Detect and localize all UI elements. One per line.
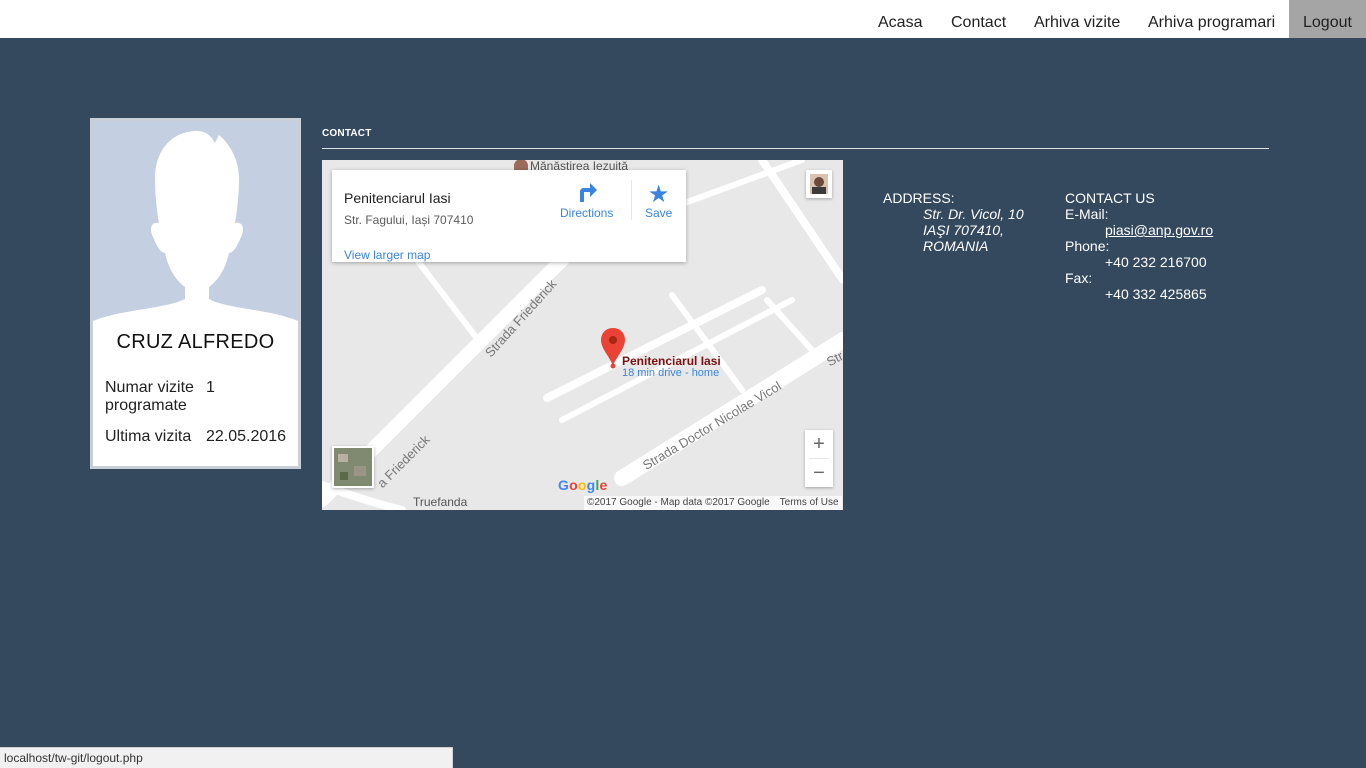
contact-us-label: CONTACT US (1065, 190, 1155, 206)
address-line: Str. Dr. Vicol, 10 (923, 206, 1024, 222)
fax-value: +40 332 425865 (1105, 286, 1207, 302)
map-attribution: ©2017 Google - Map data ©2017 Google Term… (584, 496, 842, 510)
top-navigation: Acasa Contact Arhiva vizite Arhiva progr… (0, 0, 1366, 38)
nav-acasa[interactable]: Acasa (878, 0, 922, 38)
place-label: Truefanda (413, 495, 468, 509)
place-address: Str. Fagului, Iași 707410 (344, 213, 474, 227)
profile-name: CRUZ ALFREDO (116, 331, 275, 353)
nav-arhiva-vizite[interactable]: Arhiva vizite (1034, 0, 1120, 38)
phone-value: +40 232 216700 (1105, 254, 1207, 270)
avatar (93, 121, 298, 321)
address-label: ADDRESS: (883, 190, 955, 206)
status-bar: localhost/tw-git/logout.php (0, 747, 453, 768)
address-line: ROMANIA (923, 238, 989, 254)
divider (631, 180, 632, 220)
pin-subtitle: 18 min drive - home (622, 367, 720, 379)
save-button[interactable]: ★ Save (645, 180, 672, 220)
address-block: ADDRESS: Str. Dr. Vicol, 10 IAŞI 707410,… (883, 190, 1024, 254)
directions-button[interactable]: Directions (560, 180, 613, 220)
stat-label-visits: Numar vizite programate (105, 379, 194, 414)
fax-label: Fax: (1065, 270, 1093, 286)
divider (322, 148, 1269, 149)
view-larger-map-link[interactable]: View larger map (344, 248, 430, 262)
nav-contact[interactable]: Contact (951, 0, 1006, 38)
zoom-in-button[interactable]: + (805, 430, 833, 458)
google-logo: Google (558, 477, 608, 493)
user-avatar-thumbnail[interactable] (806, 170, 832, 198)
pin-title: Penitenciarul Iasi (622, 354, 721, 368)
terms-of-use-link[interactable]: Terms of Use (780, 497, 839, 508)
directions-icon (560, 180, 613, 206)
stat-label-last-visit: Ultima vizita (105, 428, 192, 445)
contact-us-block: CONTACT US E-Mail: piasi@anp.gov.ro Phon… (1065, 190, 1213, 302)
logout-button[interactable]: Logout (1289, 0, 1366, 38)
contact-heading: CONTACT (322, 128, 372, 139)
embedded-map[interactable]: Strada Friederick a Friederick Strada Do… (322, 160, 843, 510)
satellite-toggle[interactable] (332, 446, 374, 488)
stat-value-visits: 1 (206, 379, 215, 396)
zoom-out-button[interactable]: − (805, 459, 833, 487)
address-line: IAŞI 707410, (923, 222, 1004, 238)
stat-value-last-visit: 22.05.2016 (206, 428, 287, 445)
phone-label: Phone: (1065, 238, 1110, 254)
place-title: Penitenciarul Iasi (344, 190, 451, 206)
user-silhouette-icon (93, 131, 298, 321)
profile-card: CRUZ ALFREDO Numar vizite programate 1 U… (90, 118, 301, 469)
zoom-control: + − (805, 430, 833, 487)
email-label: E-Mail: (1065, 206, 1109, 222)
nav-arhiva-programari[interactable]: Arhiva programari (1148, 0, 1275, 38)
place-info-card: Penitenciarul Iasi Str. Fagului, Iași 70… (332, 170, 686, 262)
email-link[interactable]: piasi@anp.gov.ro (1105, 222, 1213, 238)
star-icon: ★ (647, 181, 670, 208)
